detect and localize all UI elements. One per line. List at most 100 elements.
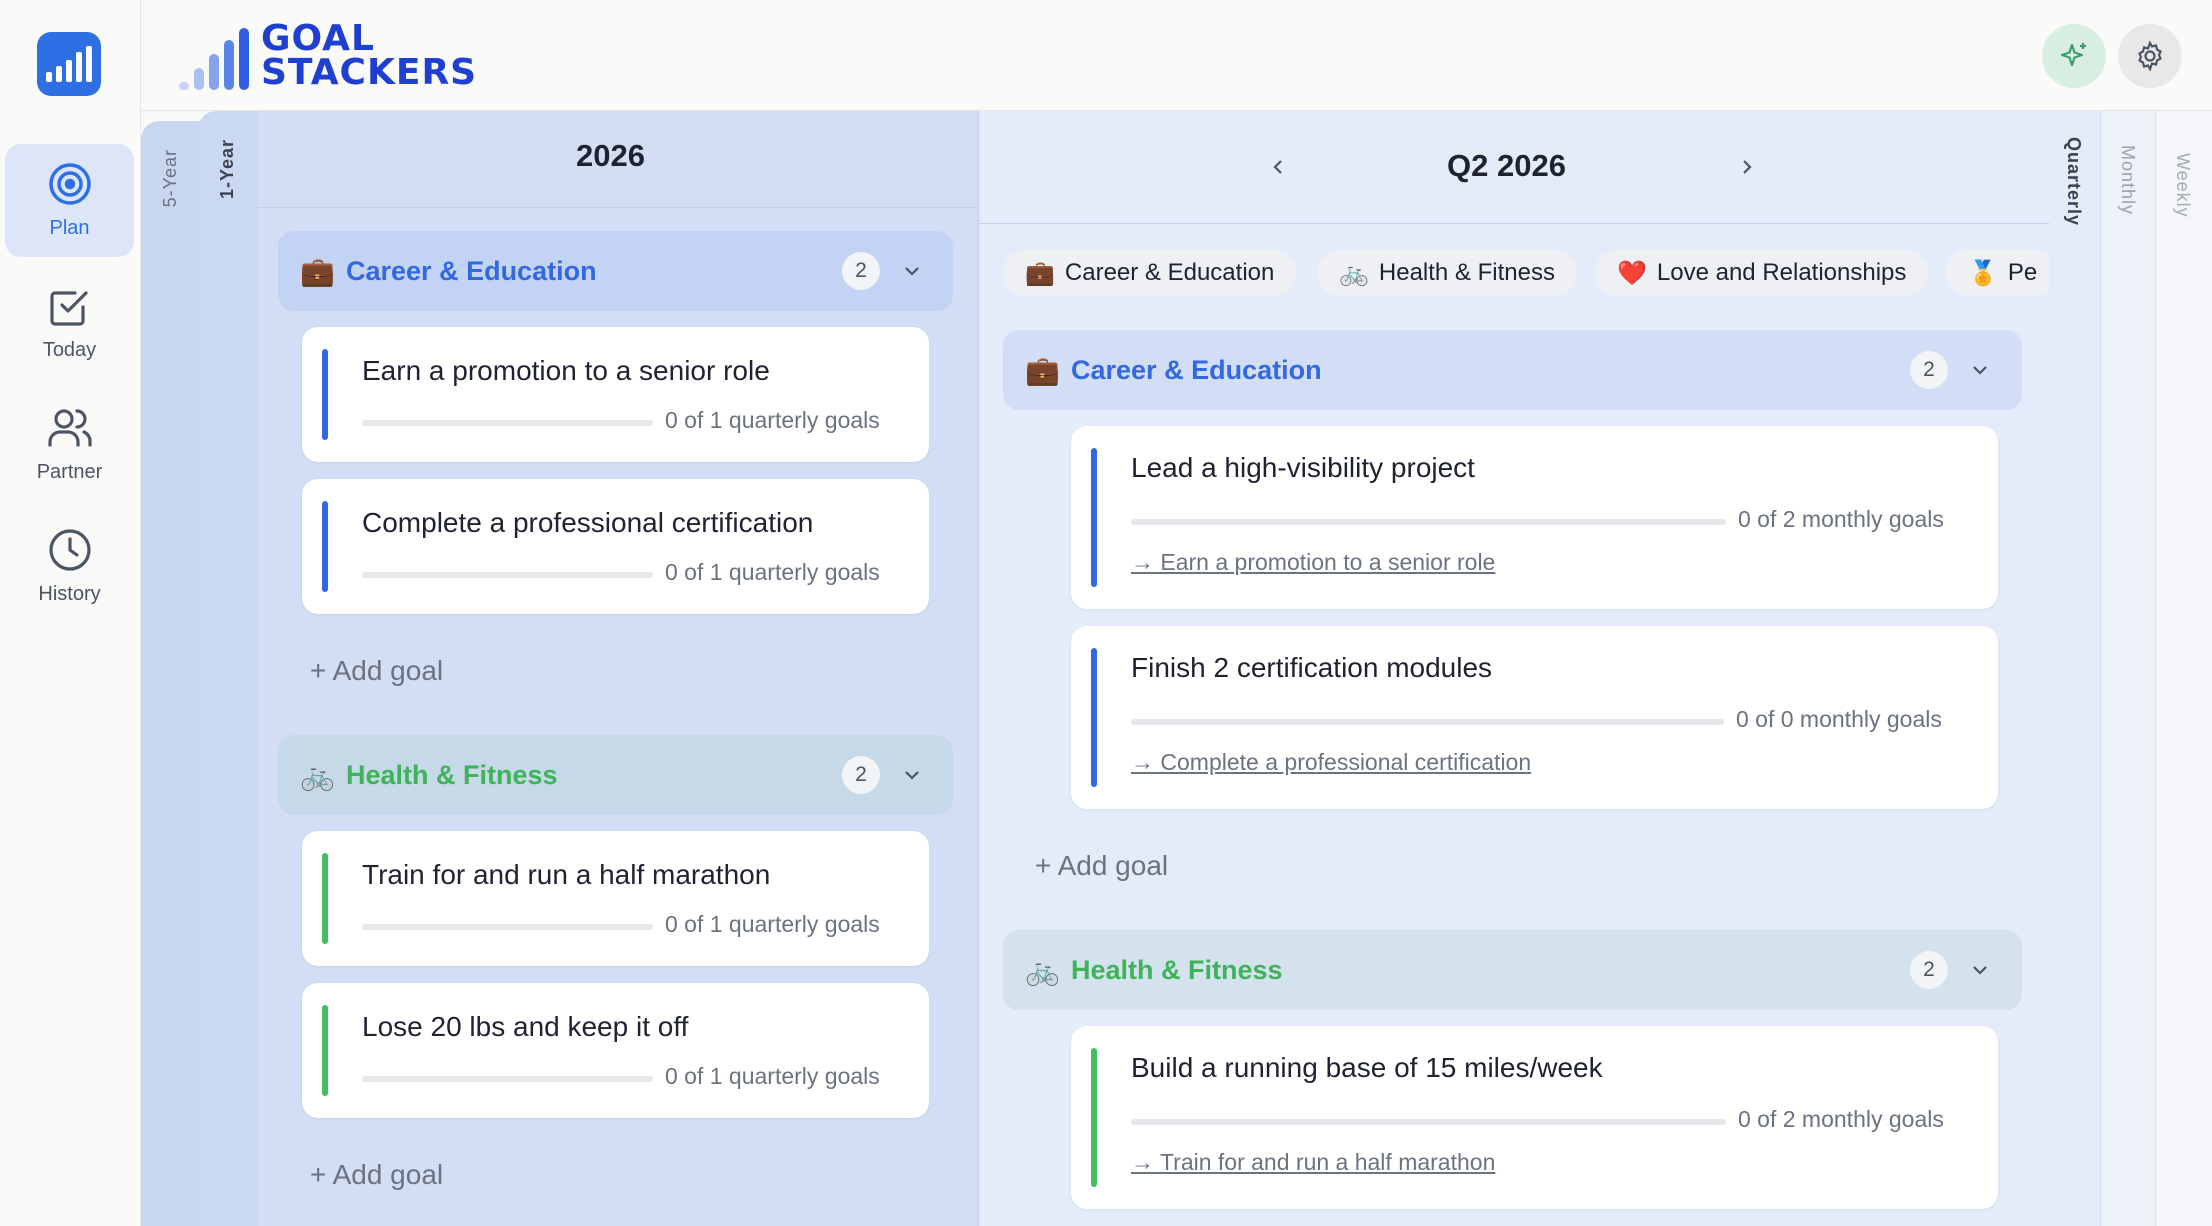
goal-title: Lose 20 lbs and keep it off [362,1011,689,1042]
parent-goal-link[interactable]: → Earn a promotion to a senior role [1131,549,1495,576]
chip-personal[interactable]: 🏅 Pe [1946,250,2049,296]
progress-text: 0 of 0 monthly goals [1736,706,1942,732]
heart-icon: ❤️ [1617,259,1647,287]
nav-item-today[interactable]: Today [5,266,134,379]
tab-label: Monthly [2118,145,2138,216]
chevron-right-icon [1743,160,1752,174]
tab-monthly[interactable]: Monthly [2101,111,2156,1226]
goal-card[interactable]: Build a running base of 15 miles/week 0 … [1071,1026,1998,1209]
goal-title: Train for and run a half marathon [362,859,771,890]
nav-label: Today [42,339,97,361]
chip-love[interactable]: ❤️ Love and Relationships [1595,250,1929,296]
progress-bar [1131,719,1724,725]
goal-card[interactable]: Complete a professional certification 0 … [302,479,929,614]
tab-quarterly[interactable]: Quarterly [2049,111,2101,1226]
nav-label: History [38,583,101,605]
category-color-bar [322,501,328,592]
goal-card[interactable]: Earn a promotion to a senior role 0 of 1… [302,327,929,462]
brand-name: GOAL STACKERS [261,18,478,93]
settings-button[interactable] [2118,24,2182,88]
category-name: Career & Education [346,255,597,286]
divider [258,207,978,208]
tab-weekly[interactable]: Weekly [2156,111,2212,1226]
goal-card[interactable]: Finish 2 certification modules 0 of 0 mo… [1071,626,1998,809]
tab-label: 5-Year [160,149,180,208]
progress-text: 0 of 1 quarterly goals [665,1063,880,1089]
chevron-down-icon[interactable] [902,261,922,281]
parent-goal-link[interactable]: → Complete a professional certification [1131,749,1531,776]
goal-title: Lead a high-visibility project [1131,452,1475,483]
clock-icon [48,529,91,571]
chip-health[interactable]: 🚲 Health & Fitness [1317,250,1577,296]
goal-card[interactable]: Lose 20 lbs and keep it off 0 of 1 quart… [302,983,929,1118]
prev-quarter-button[interactable] [1258,147,1298,187]
category-header-health[interactable]: 🚲 Health & Fitness 2 [278,735,953,815]
tab-label: Weekly [2173,153,2193,218]
goal-count-badge: 2 [1910,351,1948,389]
nav-label: Plan [49,217,90,239]
progress-text: 0 of 1 quarterly goals [665,559,880,585]
logo-bars-icon [179,26,249,90]
tab-label: 1-Year [217,139,237,200]
goal-card[interactable]: Lead a high-visibility project 0 of 2 mo… [1071,426,1998,609]
app-logo-icon[interactable] [37,32,101,96]
goal-title: Build a running base of 15 miles/week [1131,1052,1603,1083]
divider [978,223,2049,224]
nav-item-plan[interactable]: Plan [5,144,134,257]
year-title: 2026 [576,138,645,173]
goal-title: Complete a professional certification [362,507,814,538]
bicycle-icon: 🚲 [1339,259,1369,287]
briefcase-icon: 💼 [1025,259,1055,287]
progress-text: 0 of 2 monthly goals [1738,1106,1944,1132]
goal-count-badge: 2 [842,252,880,290]
category-header-health[interactable]: 🚲 Health & Fitness 2 [1003,930,2022,1010]
nav-item-partner[interactable]: Partner [5,388,134,501]
ai-assist-button[interactable] [2042,24,2106,88]
category-header-career[interactable]: 💼 Career & Education 2 [1003,330,2022,410]
goal-card[interactable]: Train for and run a half marathon 0 of 1… [302,831,929,966]
chip-career[interactable]: 💼 Career & Education [1003,250,1297,296]
briefcase-icon: 💼 [300,255,335,287]
add-goal-button[interactable]: + Add goal [310,655,443,687]
add-goal-button[interactable]: + Add goal [310,1159,443,1191]
category-color-bar [322,349,328,440]
category-color-bar [1091,448,1097,587]
category-filter-chips: 💼 Career & Education 🚲 Health & Fitness … [978,240,2049,310]
users-icon [47,409,92,447]
parent-goal-link[interactable]: → Train for and run a half marathon [1131,1149,1495,1176]
goal-count-badge: 2 [1910,951,1948,989]
briefcase-icon: 💼 [1025,354,1060,386]
nav-label: Partner [36,461,103,483]
chip-label: Pe [2007,259,2038,286]
category-name: Health & Fitness [1071,954,1283,985]
medal-icon: 🏅 [1968,259,1998,287]
tab-label: Quarterly [2064,137,2084,227]
checkbox-icon [49,291,88,326]
goal-title: Finish 2 certification modules [1131,652,1493,683]
progress-text: 0 of 1 quarterly goals [665,911,880,937]
next-quarter-button[interactable] [1727,147,1767,187]
chevron-down-icon[interactable] [1970,360,1990,380]
quarter-title: Q2 2026 [1447,148,1566,183]
progress-text: 0 of 2 monthly goals [1738,506,1944,532]
bicycle-icon: 🚲 [300,759,335,791]
progress-bar [362,420,653,426]
progress-text: 0 of 1 quarterly goals [665,407,880,433]
category-color-bar [322,1005,328,1096]
chevron-down-icon[interactable] [902,765,922,785]
category-color-bar [1091,648,1097,787]
nav-item-history[interactable]: History [5,510,134,623]
category-color-bar [322,853,328,944]
brand-logo[interactable]: GOAL STACKERS [179,18,478,93]
chip-label: Love and Relationships [1656,259,1907,286]
goal-title: Earn a promotion to a senior role [362,355,770,386]
goal-count-badge: 2 [842,756,880,794]
chip-label: Health & Fitness [1378,259,1555,286]
progress-bar [362,1076,653,1082]
progress-bar [1131,519,1726,525]
add-goal-button[interactable]: + Add goal [1035,850,1168,882]
chevron-down-icon[interactable] [1970,960,1990,980]
category-header-career[interactable]: 💼 Career & Education 2 [278,231,953,311]
category-color-bar [1091,1048,1097,1187]
tab-5-year[interactable]: 5-Year [141,121,201,1226]
